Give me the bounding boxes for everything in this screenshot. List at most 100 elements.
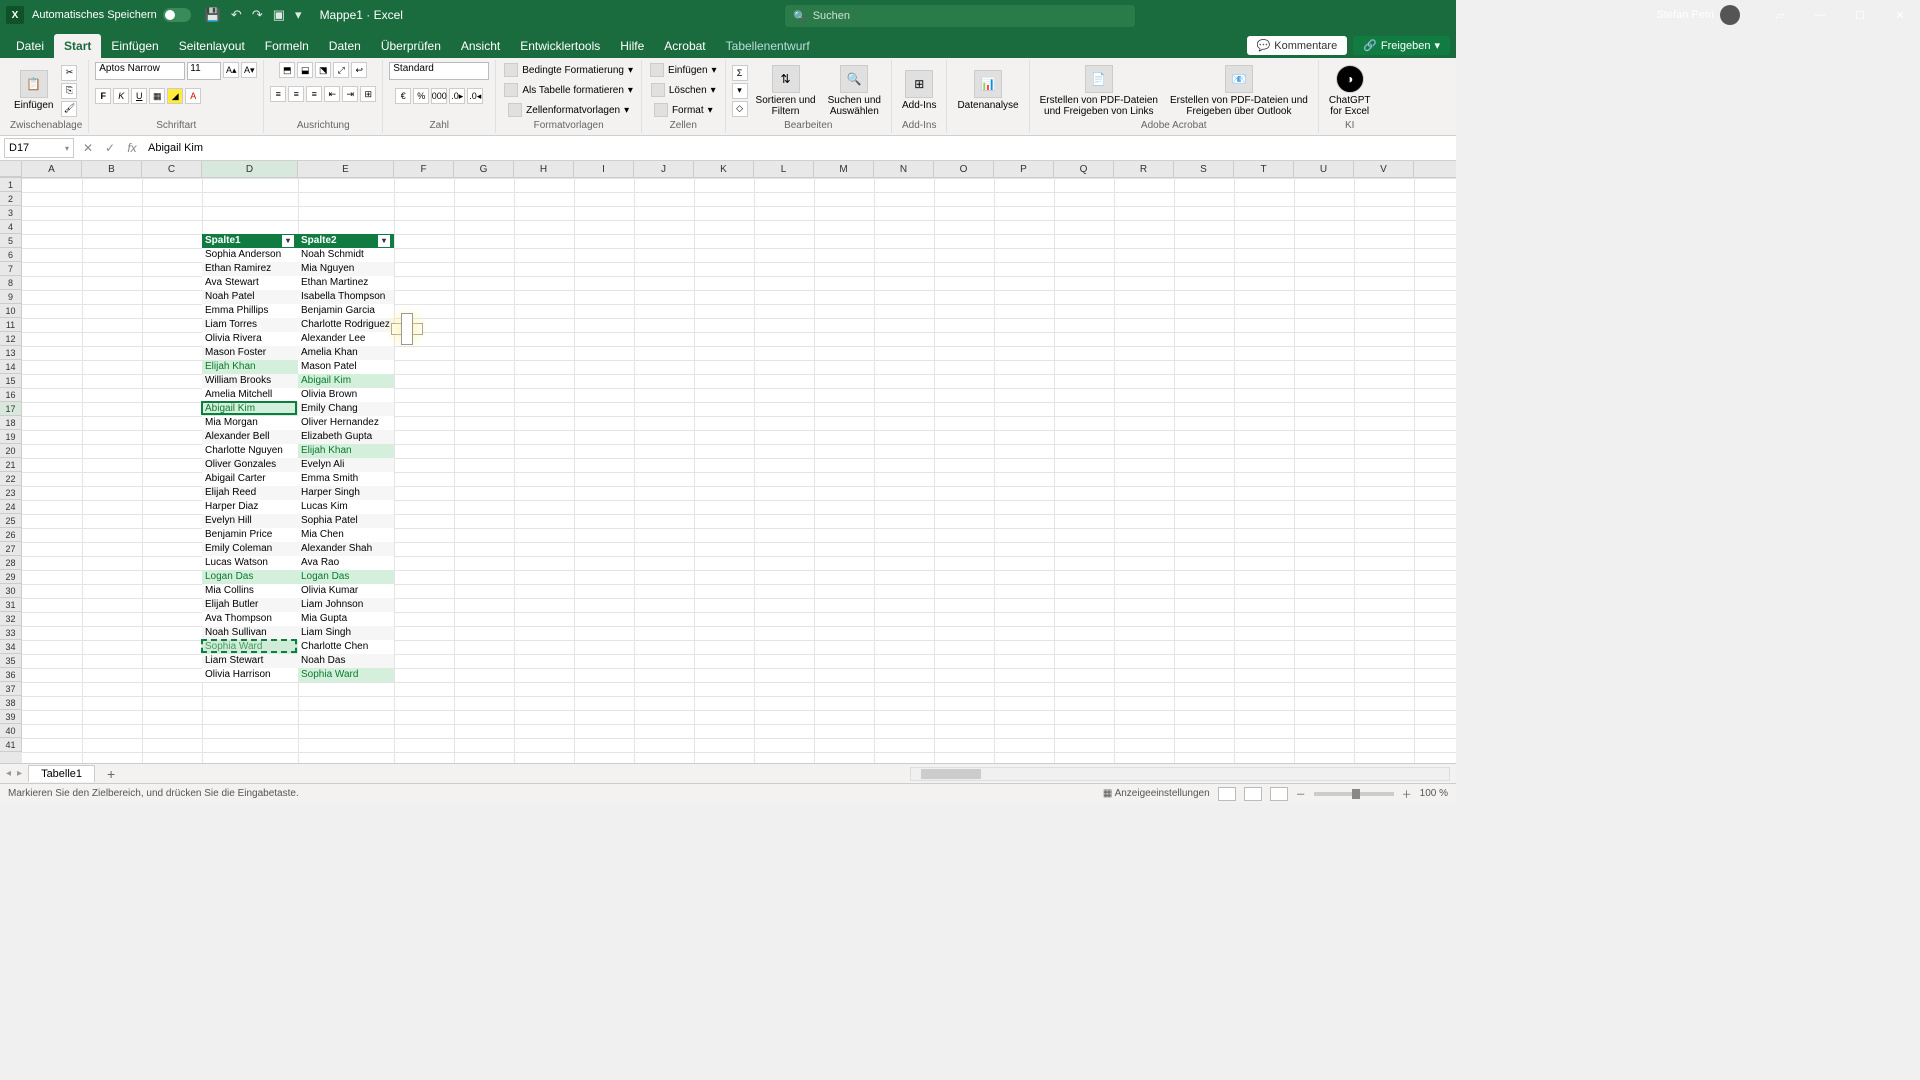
- row-header-30[interactable]: 30: [0, 584, 22, 598]
- close-button[interactable]: ✕: [1880, 0, 1920, 30]
- table-cell[interactable]: Ethan Ramirez: [202, 262, 298, 276]
- increase-decimal-icon[interactable]: .0▸: [449, 88, 465, 104]
- autosave[interactable]: Automatisches Speichern: [32, 8, 191, 22]
- table-cell[interactable]: Mia Chen: [298, 528, 394, 542]
- column-header-L[interactable]: L: [754, 161, 814, 177]
- table-cell[interactable]: Olivia Harrison: [202, 668, 298, 682]
- minimize-button[interactable]: —: [1800, 0, 1840, 30]
- table-cell[interactable]: Logan Das: [202, 570, 298, 584]
- column-header-G[interactable]: G: [454, 161, 514, 177]
- percent-icon[interactable]: %: [413, 88, 429, 104]
- zoom-slider[interactable]: [1314, 792, 1394, 796]
- table-cell[interactable]: Liam Stewart: [202, 654, 298, 668]
- adobe-outlook-button[interactable]: 📧Erstellen von PDF-Dateien und Freigeben…: [1166, 63, 1312, 119]
- table-cell[interactable]: Noah Schmidt: [298, 248, 394, 262]
- kommentare-button[interactable]: 💬 Kommentare: [1247, 36, 1348, 55]
- tab-ansicht[interactable]: Ansicht: [451, 34, 510, 58]
- grow-font-icon[interactable]: A▴: [223, 62, 239, 78]
- row-header-15[interactable]: 15: [0, 374, 22, 388]
- row-header-14[interactable]: 14: [0, 360, 22, 374]
- table-cell[interactable]: Abigail Kim: [298, 374, 394, 388]
- sheet-nav-next[interactable]: ▸: [17, 768, 22, 779]
- align-right-icon[interactable]: ≡: [306, 86, 322, 102]
- adobe-share-link-button[interactable]: 📄Erstellen von PDF-Dateien und Freigeben…: [1036, 63, 1162, 119]
- column-header-K[interactable]: K: [694, 161, 754, 177]
- table-cell[interactable]: Olivia Rivera: [202, 332, 298, 346]
- ribbon-mode-icon[interactable]: ▱: [1760, 0, 1800, 30]
- shrink-font-icon[interactable]: A▾: [241, 62, 257, 78]
- table-cell[interactable]: Ava Rao: [298, 556, 394, 570]
- table-cell[interactable]: Elijah Butler: [202, 598, 298, 612]
- table-cell[interactable]: Isabella Thompson: [298, 290, 394, 304]
- column-header-F[interactable]: F: [394, 161, 454, 177]
- row-header-34[interactable]: 34: [0, 640, 22, 654]
- table-cell[interactable]: Amelia Khan: [298, 346, 394, 360]
- table-cell[interactable]: Mason Patel: [298, 360, 394, 374]
- align-middle-icon[interactable]: ⬓: [297, 62, 313, 78]
- table-cell[interactable]: Logan Das: [298, 570, 394, 584]
- wrap-text-icon[interactable]: ↩: [351, 62, 367, 78]
- table-cell[interactable]: Sophia Ward: [298, 668, 394, 682]
- column-header-U[interactable]: U: [1294, 161, 1354, 177]
- page-layout-view-icon[interactable]: [1244, 787, 1262, 801]
- currency-icon[interactable]: €: [395, 88, 411, 104]
- row-header-39[interactable]: 39: [0, 710, 22, 724]
- tab-seitenlayout[interactable]: Seitenlayout: [169, 34, 255, 58]
- tab-entwicklertools[interactable]: Entwicklertools: [510, 34, 610, 58]
- font-select[interactable]: Aptos Narrow: [95, 62, 185, 80]
- table-cell[interactable]: Olivia Brown: [298, 388, 394, 402]
- table-cell[interactable]: Benjamin Garcia: [298, 304, 394, 318]
- table-cell[interactable]: Elizabeth Gupta: [298, 430, 394, 444]
- table-cell[interactable]: Mia Nguyen: [298, 262, 394, 276]
- font-color-button[interactable]: A: [185, 88, 201, 104]
- row-header-4[interactable]: 4: [0, 220, 22, 234]
- more-icon[interactable]: ▾: [295, 7, 302, 23]
- table-cell[interactable]: Elijah Khan: [202, 360, 298, 374]
- tab-hilfe[interactable]: Hilfe: [610, 34, 654, 58]
- increase-indent-icon[interactable]: ⇥: [342, 86, 358, 102]
- row-header-35[interactable]: 35: [0, 654, 22, 668]
- autosum-icon[interactable]: Σ: [732, 65, 748, 81]
- table-cell[interactable]: Ava Thompson: [202, 612, 298, 626]
- cell-styles-button[interactable]: Zellenformatvorlagen ▾: [506, 102, 631, 118]
- table-cell[interactable]: Mason Foster: [202, 346, 298, 360]
- column-header-B[interactable]: B: [82, 161, 142, 177]
- column-header-M[interactable]: M: [814, 161, 874, 177]
- zoom-in-button[interactable]: ＋: [1402, 786, 1412, 801]
- table-cell[interactable]: Alexander Bell: [202, 430, 298, 444]
- row-header-32[interactable]: 32: [0, 612, 22, 626]
- enter-icon[interactable]: ✓: [100, 138, 120, 158]
- table-cell[interactable]: Charlotte Rodriguez: [298, 318, 394, 332]
- tab-einfuegen[interactable]: Einfügen: [101, 34, 168, 58]
- page-break-view-icon[interactable]: [1270, 787, 1288, 801]
- table-cell[interactable]: Abigail Kim: [202, 402, 298, 416]
- tab-daten[interactable]: Daten: [319, 34, 371, 58]
- table-cell[interactable]: Emma Smith: [298, 472, 394, 486]
- column-header-E[interactable]: E: [298, 161, 394, 177]
- align-top-icon[interactable]: ⬒: [279, 62, 295, 78]
- table-cell[interactable]: Sophia Ward: [202, 640, 298, 654]
- column-header-T[interactable]: T: [1234, 161, 1294, 177]
- row-header-9[interactable]: 9: [0, 290, 22, 304]
- copy-icon[interactable]: ⎘: [61, 83, 77, 99]
- add-sheet-button[interactable]: +: [101, 766, 121, 782]
- row-header-31[interactable]: 31: [0, 598, 22, 612]
- row-header-19[interactable]: 19: [0, 430, 22, 444]
- table-cell[interactable]: Ethan Martinez: [298, 276, 394, 290]
- zoom-out-button[interactable]: －: [1296, 786, 1306, 801]
- row-header-3[interactable]: 3: [0, 206, 22, 220]
- column-header-P[interactable]: P: [994, 161, 1054, 177]
- row-header-7[interactable]: 7: [0, 262, 22, 276]
- column-header-H[interactable]: H: [514, 161, 574, 177]
- column-header-A[interactable]: A: [22, 161, 82, 177]
- bold-button[interactable]: F: [95, 88, 111, 104]
- table-cell[interactable]: Harper Diaz: [202, 500, 298, 514]
- row-header-37[interactable]: 37: [0, 682, 22, 696]
- row-header-8[interactable]: 8: [0, 276, 22, 290]
- table-cell[interactable]: Noah Sullivan: [202, 626, 298, 640]
- table-cell[interactable]: Alexander Lee: [298, 332, 394, 346]
- row-header-12[interactable]: 12: [0, 332, 22, 346]
- fill-color-button[interactable]: ◢: [167, 88, 183, 104]
- table-cell[interactable]: Sophia Anderson: [202, 248, 298, 262]
- table-cell[interactable]: Alexander Shah: [298, 542, 394, 556]
